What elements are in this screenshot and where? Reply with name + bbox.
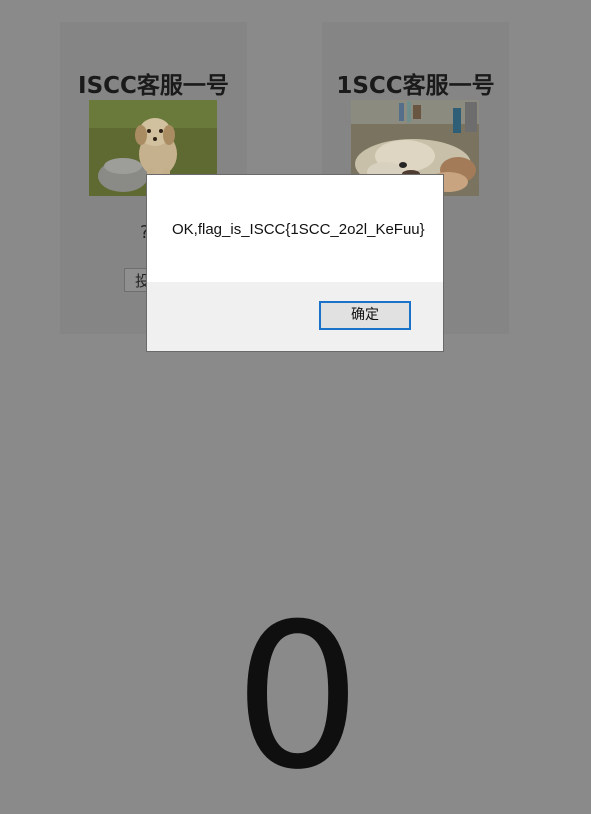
counter-display: 0	[234, 581, 362, 814]
alert-dialog: OK,flag_is_ISCC{1SCC_2o2l_KeFuu} 确定	[146, 174, 444, 352]
ok-button[interactable]: 确定	[319, 301, 411, 330]
alert-dialog-body: OK,flag_is_ISCC{1SCC_2o2l_KeFuu}	[147, 175, 443, 282]
page: ISCC客服一号 ? 投 1SCC客服一号 0 OK,flag_is_ISCC{…	[0, 0, 591, 798]
support-card-title: ISCC客服一号	[78, 73, 229, 99]
support-card-title: 1SCC客服一号	[336, 73, 495, 99]
alert-dialog-footer: 确定	[147, 282, 443, 351]
alert-message: OK,flag_is_ISCC{1SCC_2o2l_KeFuu}	[172, 221, 425, 238]
